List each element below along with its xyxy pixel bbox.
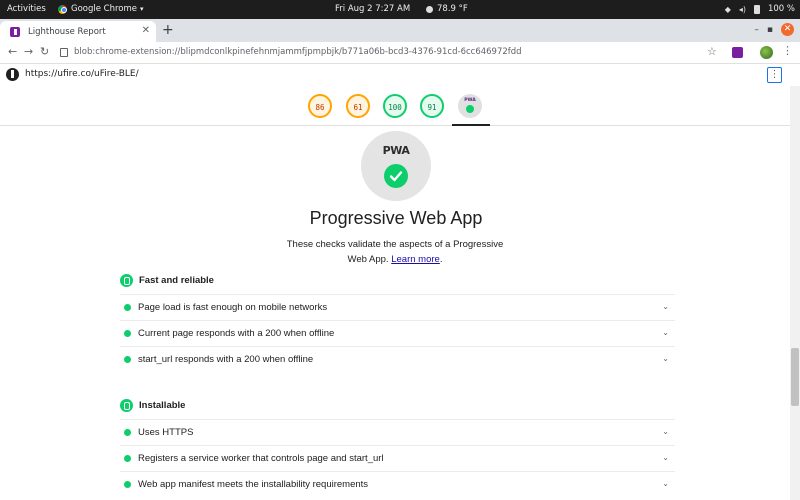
fast-reliable-group-icon: [120, 273, 133, 287]
learn-more-link[interactable]: Learn more: [391, 254, 440, 265]
tools-menu-icon[interactable]: ⋮: [767, 67, 782, 83]
chevron-down-icon[interactable]: ⌄: [662, 328, 669, 337]
check-circle-icon: [384, 164, 408, 188]
chevron-down-icon[interactable]: ⌄: [662, 302, 669, 311]
audit-row[interactable]: Web app manifest meets the installabilit…: [120, 471, 675, 497]
chevron-down-icon[interactable]: ⌄: [662, 427, 669, 436]
group-title: Fast and reliable: [139, 274, 214, 286]
description-line-2: Web App.: [347, 254, 389, 265]
forward-icon[interactable]: →: [24, 45, 33, 58]
report-header: https://ufire.co/uFire-BLE/ ⋮: [0, 64, 800, 86]
audit-row[interactable]: Current page responds with a 200 when of…: [120, 320, 675, 346]
maximize-icon[interactable]: ▪: [767, 25, 773, 35]
chrome-icon: [58, 4, 67, 14]
wifi-icon: ◆: [724, 4, 731, 14]
page-info-icon[interactable]: [60, 47, 68, 57]
window-close-icon[interactable]: ✕: [781, 23, 794, 36]
pass-indicator-icon: [124, 304, 131, 311]
active-gauge-indicator: [452, 124, 490, 126]
new-tab-button[interactable]: +: [162, 22, 174, 38]
back-icon[interactable]: ←: [8, 45, 17, 58]
installable-group-icon: [120, 398, 133, 412]
pass-indicator-icon: [124, 429, 131, 436]
tab-strip: Lighthouse Report ✕ + – ▪ ✕: [0, 19, 800, 42]
pwa-logo-text: PWA: [382, 144, 410, 157]
report-url[interactable]: https://ufire.co/uFire-BLE/: [25, 69, 139, 79]
tab-close-icon[interactable]: ✕: [142, 25, 150, 36]
lighthouse-logo-icon: [6, 68, 19, 81]
audit-title: Page load is fast enough on mobile netwo…: [138, 302, 328, 313]
category-description: These checks validate the aspects of a P…: [270, 237, 520, 267]
window-controls: – ▪ ✕: [754, 23, 794, 36]
gauge-performance[interactable]: 86: [308, 94, 332, 118]
weather-icon: [426, 5, 433, 13]
pwa-badge: PWA: [361, 131, 431, 201]
lighthouse-favicon-icon: [10, 26, 20, 37]
gauge-pwa[interactable]: PWA: [458, 94, 482, 118]
weather-indicator[interactable]: 78.9 °F: [426, 4, 468, 14]
clock[interactable]: Fri Aug 2 7:27 AM: [335, 4, 410, 14]
gauge-best-practices[interactable]: 100: [383, 94, 407, 118]
audit-row[interactable]: start_url responds with a 200 when offli…: [120, 346, 675, 372]
system-tray[interactable]: ◆ ◂) 100 %: [725, 4, 795, 14]
score-gauges: 86 61 100 91 PWA: [0, 90, 800, 126]
battery-icon: [753, 4, 760, 14]
reload-icon[interactable]: ↻: [40, 45, 49, 58]
group-title: Installable: [139, 399, 186, 411]
pass-indicator-icon: [124, 356, 131, 363]
activities-button[interactable]: Activities: [7, 4, 46, 14]
audit-title: Registers a service worker that controls…: [138, 453, 384, 464]
category-title: Progressive Web App: [309, 208, 483, 228]
page-scrollbar[interactable]: [790, 86, 800, 500]
system-top-bar: Activities Google Chrome ▾ Fri Aug 2 7:2…: [0, 0, 800, 19]
pass-indicator-icon: [124, 330, 131, 337]
tab-lighthouse-report[interactable]: Lighthouse Report ✕: [0, 21, 156, 42]
scrollbar-thumb[interactable]: [791, 348, 799, 406]
minimize-icon[interactable]: –: [754, 25, 759, 35]
profile-avatar[interactable]: [760, 46, 773, 59]
chevron-down-icon[interactable]: ⌄: [662, 479, 669, 488]
battery-text: 100 %: [767, 4, 795, 14]
address-bar[interactable]: blob:chrome-extension://blipmdconlkpinef…: [60, 47, 522, 57]
browser-toolbar: ← → ↻ blob:chrome-extension://blipmdconl…: [0, 42, 800, 64]
bookmark-star-icon[interactable]: ☆: [707, 45, 717, 58]
gauge-seo[interactable]: 91: [420, 94, 444, 118]
gauge-accessibility[interactable]: 61: [346, 94, 370, 118]
pwa-mini-label: PWA: [464, 98, 476, 103]
chevron-down-icon[interactable]: ⌄: [662, 354, 669, 363]
tab-title: Lighthouse Report: [28, 26, 106, 37]
lighthouse-extension-icon[interactable]: [732, 47, 743, 58]
audit-title: Uses HTTPS: [138, 427, 194, 438]
audit-row[interactable]: Page load is fast enough on mobile netwo…: [120, 294, 675, 320]
pass-indicator-icon: [124, 481, 131, 488]
chrome-menu-icon[interactable]: ⋮: [782, 44, 793, 57]
weather-text: 78.9 °F: [437, 4, 468, 14]
audit-title: start_url responds with a 200 when offli…: [138, 354, 314, 365]
group-fast-and-reliable: Fast and reliable: [120, 272, 680, 288]
audit-row[interactable]: Uses HTTPS ⌄: [120, 419, 675, 445]
pass-indicator-icon: [124, 455, 131, 462]
audit-title: Web app manifest meets the installabilit…: [138, 479, 369, 490]
audit-title: Current page responds with a 200 when of…: [138, 328, 335, 339]
app-menu[interactable]: Google Chrome ▾: [58, 4, 144, 14]
check-icon: [466, 105, 474, 113]
audit-row[interactable]: Registers a service worker that controls…: [120, 445, 675, 471]
app-name: Google Chrome: [71, 4, 138, 14]
group-installable: Installable: [120, 397, 680, 413]
address-text: blob:chrome-extension://blipmdconlkpinef…: [74, 47, 522, 57]
volume-icon: ◂): [738, 4, 746, 14]
caret-down-icon: ▾: [140, 5, 144, 13]
description-line-1: These checks validate the aspects of a P…: [286, 239, 504, 250]
chevron-down-icon[interactable]: ⌄: [662, 453, 669, 462]
description-period: .: [439, 254, 443, 265]
